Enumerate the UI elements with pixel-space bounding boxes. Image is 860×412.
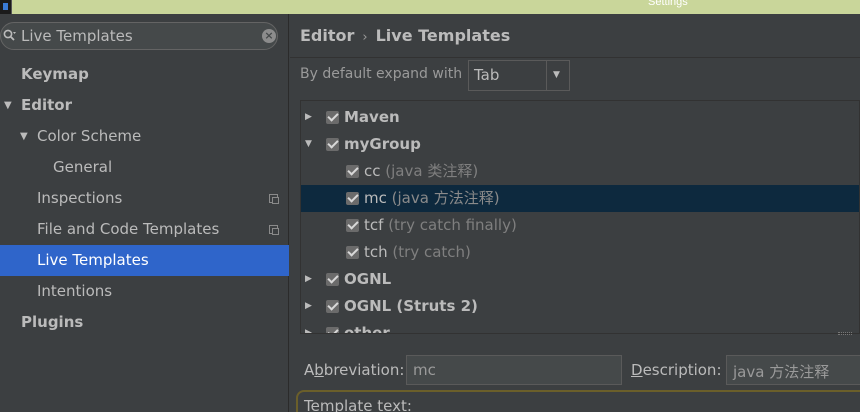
window-title: Settings [648, 0, 688, 8]
template-name: tcf [364, 216, 384, 234]
template-checkbox[interactable] [346, 246, 359, 259]
sidebar-item-label: Live Templates [37, 251, 149, 269]
template-row[interactable]: tcf (try catch finally) [301, 212, 859, 239]
breadcrumb-current: Live Templates [375, 26, 511, 45]
label-text: breviation: [323, 361, 405, 379]
template-group-row[interactable]: ▼ myGroup [301, 131, 859, 158]
template-description: (try catch) [392, 243, 471, 261]
expanded-arrow-icon[interactable]: ▼ [20, 121, 28, 152]
template-name: cc [364, 162, 381, 180]
description-input[interactable]: java 方法注释 [726, 355, 860, 385]
sidebar-item-color-scheme[interactable]: ▼ Color Scheme [0, 121, 289, 152]
sidebar-item-label: Plugins [21, 313, 84, 331]
abbreviation-input[interactable]: mc [406, 355, 622, 385]
resize-grip[interactable] [838, 332, 852, 335]
sidebar-item-label: Color Scheme [37, 127, 142, 145]
template-description: (java 类注释) [385, 162, 479, 180]
template-group-name: OGNL [344, 270, 392, 288]
label-text: emplate text: [310, 397, 412, 412]
dropdown-divider [546, 61, 547, 90]
template-checkbox[interactable] [326, 111, 339, 124]
sidebar-item-general[interactable]: General [0, 152, 289, 183]
template-group-name: Maven [344, 108, 400, 126]
template-group-name: myGroup [344, 135, 421, 153]
settings-sidebar: × Keymap ▼ Editor ▼ Color Scheme General… [0, 14, 289, 412]
search-input[interactable] [21, 26, 251, 46]
template-group-row[interactable]: ▶ OGNL (Struts 2) [301, 293, 859, 320]
chevron-down-icon[interactable]: ▼ [553, 70, 560, 80]
breadcrumb: Editor › Live Templates [300, 26, 510, 45]
app-icon [0, 0, 12, 14]
template-group-name: OGNL (Struts 2) [344, 297, 478, 315]
sidebar-item-live-templates[interactable]: Live Templates [0, 245, 289, 276]
clear-search-icon[interactable]: × [262, 29, 276, 43]
sidebar-item-label: Keymap [21, 65, 89, 83]
expanded-arrow-icon[interactable]: ▼ [305, 131, 312, 158]
template-row[interactable]: tch (try catch) [301, 239, 859, 266]
expand-with-dropdown[interactable]: Tab ▼ [468, 60, 570, 91]
templates-tree[interactable]: ▶ Maven ▼ myGroup cc (java 类注释) mc (java… [300, 100, 860, 334]
label-mnemonic: D [631, 361, 643, 379]
sidebar-item-label: Intentions [37, 282, 113, 300]
abbreviation-label: Abbreviation: [304, 361, 404, 379]
breadcrumb-parent: Editor [300, 26, 355, 45]
template-checkbox[interactable] [326, 300, 339, 313]
template-checkbox[interactable] [346, 192, 359, 205]
expanded-arrow-icon[interactable]: ▼ [4, 90, 12, 121]
sidebar-item-label: File and Code Templates [37, 220, 220, 238]
breadcrumb-separator: › [362, 30, 368, 45]
abbreviation-value: mc [413, 361, 436, 379]
description-label: Description: [631, 361, 722, 379]
collapsed-arrow-icon[interactable]: ▶ [305, 266, 312, 293]
label-mnemonic: T [304, 397, 311, 412]
template-checkbox[interactable] [326, 273, 339, 286]
description-value: java 方法注释 [733, 363, 830, 381]
template-description: (try catch finally) [388, 216, 517, 234]
template-name: mc [364, 189, 387, 207]
label-mnemonic: b [314, 361, 324, 379]
collapsed-arrow-icon[interactable]: ▶ [305, 104, 312, 131]
collapsed-arrow-icon[interactable]: ▶ [305, 293, 312, 320]
header-divider [290, 57, 860, 58]
sidebar-item-label: Inspections [37, 189, 123, 207]
template-name: tch [364, 243, 388, 261]
template-checkbox[interactable] [346, 219, 359, 232]
label-text: A [304, 361, 315, 379]
template-text-label: Template text: [304, 397, 412, 412]
label-text: escription: [642, 361, 722, 379]
template-description: (java 方法注释) [391, 189, 500, 207]
project-copy-icon [269, 194, 279, 204]
expand-with-label: By default expand with [300, 66, 463, 82]
title-bar: Settings [0, 0, 860, 14]
template-group-row[interactable]: ▶ other [301, 320, 859, 334]
search-icon[interactable] [3, 29, 17, 43]
sidebar-item-plugins[interactable]: Plugins [0, 307, 289, 338]
sidebar-item-label: General [53, 158, 113, 176]
sidebar-item-label: Editor [21, 96, 72, 114]
template-checkbox[interactable] [346, 165, 359, 178]
sidebar-item-inspections[interactable]: Inspections [0, 183, 289, 214]
settings-content: Editor › Live Templates By default expand … [290, 14, 860, 412]
collapsed-arrow-icon[interactable]: ▶ [305, 320, 312, 333]
template-group-row[interactable]: ▶ Maven [301, 104, 859, 131]
project-copy-icon [269, 225, 279, 235]
sidebar-item-keymap[interactable]: Keymap [0, 59, 289, 90]
sidebar-item-file-and-code-templates[interactable]: File and Code Templates [0, 214, 289, 245]
template-checkbox[interactable] [326, 327, 339, 333]
search-box[interactable]: × [0, 22, 278, 50]
template-group-name: other [344, 324, 390, 334]
expand-with-value: Tab [474, 66, 500, 84]
template-group-row[interactable]: ▶ OGNL [301, 266, 859, 293]
sidebar-item-editor[interactable]: ▼ Editor [0, 90, 289, 121]
sidebar-item-intentions[interactable]: Intentions [0, 276, 289, 307]
template-row-selected[interactable]: mc (java 方法注释) [301, 185, 859, 212]
template-row[interactable]: cc (java 类注释) [301, 158, 859, 185]
template-checkbox[interactable] [326, 138, 339, 151]
